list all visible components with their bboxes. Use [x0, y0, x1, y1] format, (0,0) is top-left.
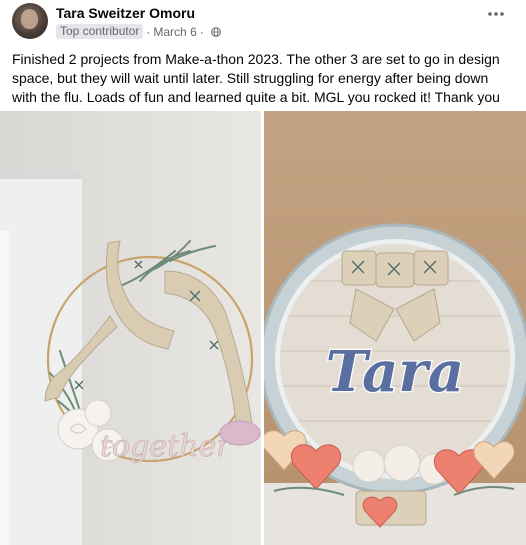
wreath-photo-art: together	[0, 111, 261, 545]
author-name[interactable]: Tara Sweitzer Omoru	[56, 5, 195, 21]
post-date[interactable]: March 6	[153, 25, 196, 39]
together-sign-text: together	[100, 429, 232, 464]
post-header: Tara Sweitzer Omoru Top contributor · Ma…	[0, 0, 526, 44]
frame-photo-art: Tara	[264, 111, 526, 545]
tara-sign-text: Tara	[326, 339, 464, 405]
more-options-icon[interactable]	[488, 11, 504, 17]
globe-icon[interactable]	[210, 26, 221, 37]
post-meta: Top contributor · March 6 ·	[56, 24, 221, 39]
meta-separator-2: ·	[199, 24, 204, 39]
post-text: Finished 2 projects from Make-a-thon 202…	[12, 51, 500, 105]
top-contributor-badge[interactable]: Top contributor	[56, 24, 144, 39]
post-photos: together Tara	[0, 111, 526, 545]
author-avatar[interactable]	[12, 3, 48, 39]
photo-frame-tara[interactable]: Tara	[264, 111, 526, 545]
meta-separator: ·	[146, 24, 151, 39]
photo-wreath-together[interactable]: together	[0, 111, 261, 545]
